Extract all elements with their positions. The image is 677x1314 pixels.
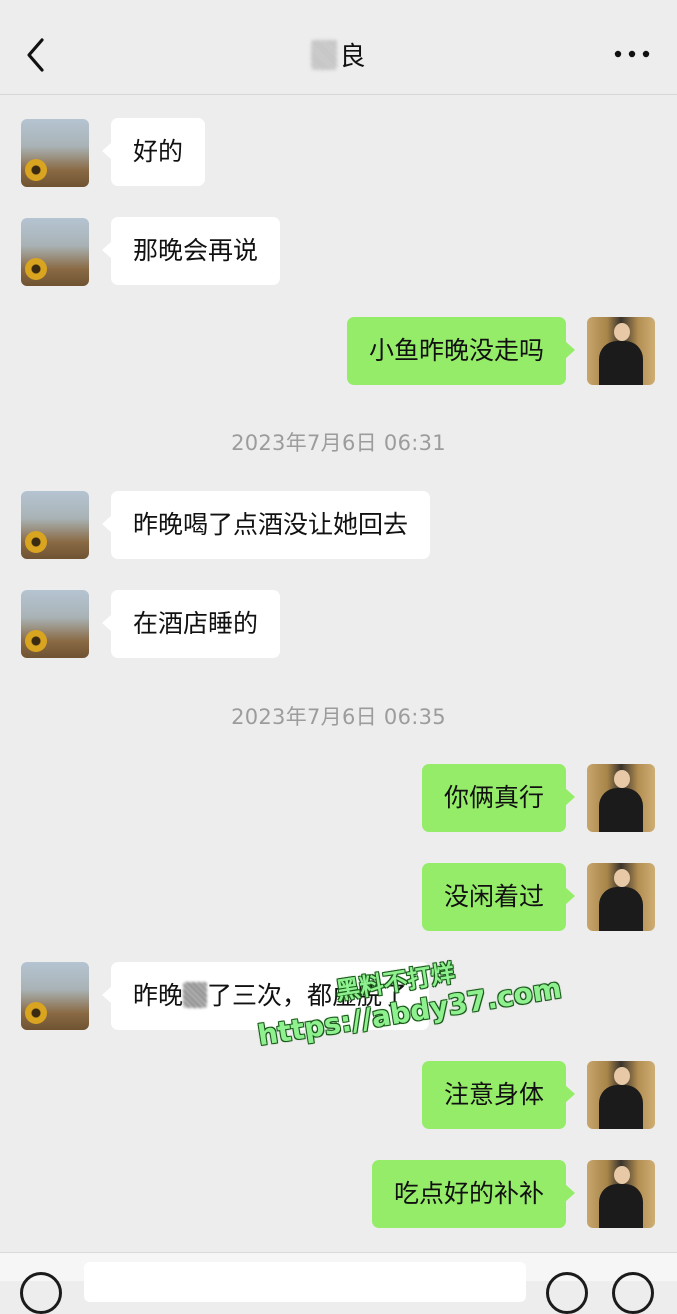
message-row: 在酒店睡的: [0, 590, 677, 660]
message-bubble[interactable]: 好的: [101, 118, 206, 186]
user-avatar[interactable]: [587, 1160, 655, 1228]
timestamp: 2023年7月6日 06:31: [231, 431, 446, 455]
message-row: 昨晚喝了点酒没让她回去: [0, 491, 677, 561]
contact-avatar[interactable]: [21, 491, 89, 559]
emoji-icon[interactable]: [546, 1272, 588, 1314]
message-row: 吃点好的补补: [0, 1160, 677, 1230]
contact-avatar[interactable]: [21, 218, 89, 286]
message-bubble[interactable]: 没闲着过: [421, 863, 576, 931]
message-bubble[interactable]: 吃点好的补补: [371, 1160, 576, 1228]
message-bubble[interactable]: 那晚会再说: [101, 217, 281, 285]
contact-avatar[interactable]: [21, 962, 89, 1030]
message-bubble[interactable]: 注意身体: [421, 1061, 576, 1129]
user-avatar[interactable]: [587, 764, 655, 832]
user-avatar[interactable]: [587, 1061, 655, 1129]
message-input[interactable]: [84, 1262, 526, 1302]
user-avatar[interactable]: [587, 863, 655, 931]
more-dots-icon[interactable]: [612, 46, 652, 62]
message-text-part: 昨晚: [133, 981, 184, 1010]
message-bubble[interactable]: 你俩真行: [421, 764, 576, 832]
message-bubble[interactable]: 在酒店睡的: [101, 590, 281, 658]
message-row: 没闲着过: [0, 863, 677, 933]
chat-title: 良: [339, 42, 366, 72]
message-row: 好的: [0, 118, 677, 188]
message-row: 那晚会再说: [0, 217, 677, 287]
redacted-name-mark: [311, 39, 338, 70]
watermark: 黑料不打烊 https://abdy37.com: [250, 937, 564, 1052]
voice-icon[interactable]: [20, 1272, 62, 1314]
message-row: 小鱼昨晚没走吗: [0, 317, 677, 387]
top-bar: 良: [0, 0, 677, 95]
message-row: 注意身体: [0, 1061, 677, 1131]
message-bubble[interactable]: 小鱼昨晚没走吗: [346, 317, 576, 385]
contact-avatar[interactable]: [21, 119, 89, 187]
message-row: 你俩真行: [0, 764, 677, 834]
chat-title-area: 良: [0, 36, 677, 73]
message-bubble[interactable]: 昨晚喝了点酒没让她回去: [101, 491, 431, 559]
user-avatar[interactable]: [587, 317, 655, 385]
timestamp: 2023年7月6日 06:35: [231, 705, 446, 729]
plus-icon[interactable]: [612, 1272, 654, 1314]
redacted-word-mark: [183, 982, 208, 1008]
contact-avatar[interactable]: [21, 590, 89, 658]
